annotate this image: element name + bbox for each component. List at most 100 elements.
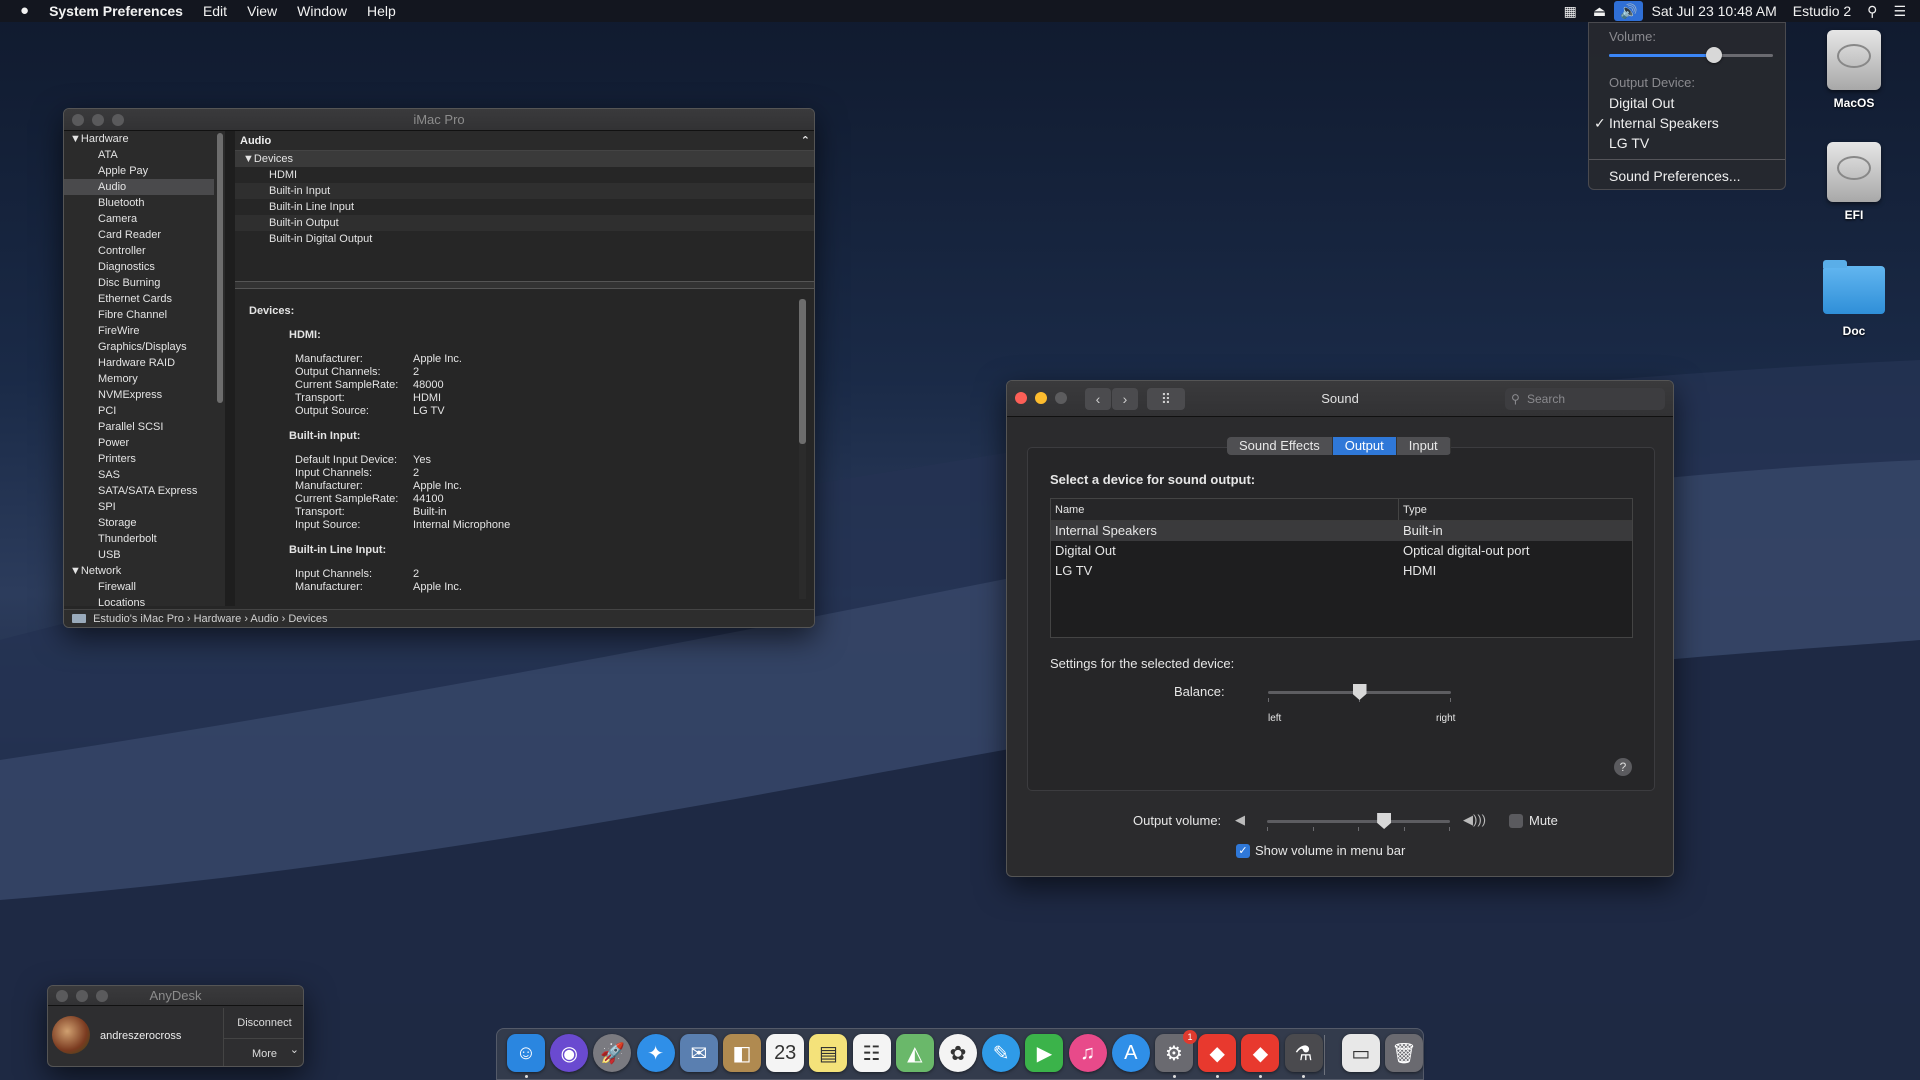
back-button[interactable]: ‹ xyxy=(1085,388,1111,410)
volume-menu-icon[interactable]: 🔊 xyxy=(1614,1,1644,21)
tree-item[interactable]: Built-in Line Input xyxy=(235,199,814,215)
sidebar-item[interactable]: Memory xyxy=(64,371,225,387)
sidebar-item[interactable]: Apple Pay xyxy=(64,163,225,179)
device-item-digital-out[interactable]: Digital Out xyxy=(1589,93,1785,113)
desktop-icon-macos[interactable]: MacOS xyxy=(1809,30,1899,110)
activity-monitor-icon[interactable]: ▦ xyxy=(1556,0,1585,22)
sidebar-item[interactable]: SAS xyxy=(64,467,225,483)
show-volume-checkbox[interactable]: ✓ xyxy=(1236,844,1250,858)
sidebar-item[interactable]: Locations xyxy=(64,595,225,606)
sidebar-item[interactable]: USB xyxy=(64,547,225,563)
spotlight-search-icon[interactable]: ⚲ xyxy=(1859,0,1885,22)
desktop-icon-doc[interactable]: Doc xyxy=(1809,260,1899,338)
date-time[interactable]: Sat Jul 23 10:48 AM xyxy=(1643,0,1784,22)
sidebar-item[interactable]: NVMExpress xyxy=(64,387,225,403)
menu-help[interactable]: Help xyxy=(357,0,406,22)
dock-mail-icon[interactable]: ✉ xyxy=(679,1034,718,1072)
dock-anydesk-2-icon[interactable]: ◆ xyxy=(1241,1034,1280,1072)
sidebar-category[interactable]: ▼Hardware xyxy=(64,131,225,147)
zoom-button[interactable] xyxy=(96,990,108,1002)
menu-view[interactable]: View xyxy=(237,0,287,22)
notification-center-icon[interactable]: ☰ xyxy=(1885,0,1920,22)
more-button[interactable]: More ⌄ xyxy=(224,1038,303,1066)
horizontal-splitter[interactable] xyxy=(235,281,814,289)
window-titlebar[interactable]: ‹ › ⠿ Sound ⚲ Search xyxy=(1007,381,1673,417)
dock-photos-icon[interactable]: ✿ xyxy=(939,1034,977,1072)
tree-item[interactable]: Built-in Digital Output xyxy=(235,231,814,247)
close-button[interactable] xyxy=(56,990,68,1002)
minimize-button[interactable] xyxy=(1035,392,1047,404)
device-item-lg-tv[interactable]: LG TV xyxy=(1589,133,1785,153)
dock-system-information-icon[interactable]: ⚗ xyxy=(1284,1034,1323,1072)
dock-contacts-icon[interactable]: ◧ xyxy=(723,1034,761,1072)
scrollbar-thumb[interactable] xyxy=(217,133,223,403)
window-titlebar[interactable]: iMac Pro xyxy=(64,109,814,131)
tree-item[interactable]: Built-in Output xyxy=(235,215,814,231)
close-button[interactable] xyxy=(1015,392,1027,404)
sidebar-item[interactable]: Card Reader xyxy=(64,227,225,243)
close-button[interactable] xyxy=(72,114,84,126)
volume-slider[interactable] xyxy=(1609,47,1773,63)
minimize-button[interactable] xyxy=(76,990,88,1002)
sidebar-item[interactable]: Controller xyxy=(64,243,225,259)
sidebar-item[interactable]: Bluetooth xyxy=(64,195,225,211)
sidebar-item[interactable]: Graphics/Displays xyxy=(64,339,225,355)
dock-app-store-icon[interactable]: A xyxy=(1111,1034,1150,1072)
dock-itunes-icon[interactable]: ♫ xyxy=(1068,1034,1107,1072)
balance-slider-knob[interactable] xyxy=(1352,684,1367,700)
sidebar-item[interactable]: Fibre Channel xyxy=(64,307,225,323)
dock-maps-icon[interactable]: ◭ xyxy=(895,1034,934,1072)
zoom-button[interactable] xyxy=(112,114,124,126)
help-button[interactable]: ? xyxy=(1614,758,1632,776)
table-row[interactable]: LG TV HDMI xyxy=(1051,561,1632,581)
tree-item[interactable]: Built-in Input xyxy=(235,183,814,199)
volume-slider-knob[interactable] xyxy=(1705,47,1722,63)
sidebar-category[interactable]: ▼Network xyxy=(64,563,225,579)
split-divider[interactable] xyxy=(225,131,235,606)
apple-menu-icon[interactable]: ● xyxy=(0,0,39,22)
dock-reminders-icon[interactable]: ☷ xyxy=(852,1034,891,1072)
device-item-internal-speakers[interactable]: ✓ Internal Speakers xyxy=(1589,113,1785,133)
sidebar-item[interactable]: Thunderbolt xyxy=(64,531,225,547)
tab-sound-effects[interactable]: Sound Effects xyxy=(1227,437,1333,455)
sidebar-item[interactable]: Ethernet Cards xyxy=(64,291,225,307)
dock-messages-icon[interactable]: ✎ xyxy=(982,1034,1021,1072)
column-type[interactable]: Type xyxy=(1399,499,1427,520)
dock-siri-icon[interactable]: ◉ xyxy=(550,1034,589,1072)
sidebar-item[interactable]: SPI xyxy=(64,499,225,515)
tree-item[interactable]: HDMI xyxy=(235,167,814,183)
menu-edit[interactable]: Edit xyxy=(193,0,237,22)
sidebar-item[interactable]: Power xyxy=(64,435,225,451)
dock-document-icon[interactable]: ▭ xyxy=(1341,1034,1380,1072)
dock-system-preferences-icon[interactable]: ⚙ 1 xyxy=(1155,1030,1197,1072)
dock-safari-icon[interactable]: ✦ xyxy=(636,1034,675,1072)
dock-trash-icon[interactable]: 🗑 xyxy=(1385,1034,1423,1072)
sidebar-item[interactable]: Parallel SCSI xyxy=(64,419,225,435)
eject-icon[interactable]: ⏏ xyxy=(1585,0,1614,22)
forward-button[interactable]: › xyxy=(1112,388,1138,410)
sidebar-item[interactable]: Printers xyxy=(64,451,225,467)
collapse-icon[interactable]: ⌃ xyxy=(801,131,810,151)
sidebar-scrollbar[interactable] xyxy=(214,131,225,606)
sidebar-item[interactable]: Camera xyxy=(64,211,225,227)
table-row[interactable]: Internal Speakers Built-in xyxy=(1051,521,1632,541)
column-name[interactable]: Name xyxy=(1051,499,1399,520)
desktop-icon-efi[interactable]: EFI xyxy=(1809,142,1899,222)
app-menu[interactable]: System Preferences xyxy=(39,0,193,22)
dock-notes-icon[interactable]: ▤ xyxy=(809,1034,848,1072)
menu-window[interactable]: Window xyxy=(287,0,357,22)
output-volume-knob[interactable] xyxy=(1377,813,1392,829)
show-all-grid-icon[interactable]: ⠿ xyxy=(1147,388,1185,410)
dock-launchpad-icon[interactable]: 🚀 xyxy=(593,1034,632,1072)
dock-calendar-icon[interactable]: 23 xyxy=(766,1034,805,1072)
window-titlebar[interactable]: AnyDesk xyxy=(48,986,303,1006)
output-volume-slider[interactable] xyxy=(1267,820,1450,823)
table-row[interactable]: Digital Out Optical digital-out port xyxy=(1051,541,1632,561)
sound-preferences-item[interactable]: Sound Preferences... xyxy=(1589,166,1785,186)
dock-anydesk-icon[interactable]: ◆ xyxy=(1198,1034,1237,1072)
user-menu[interactable]: Estudio 2 xyxy=(1785,0,1859,22)
sidebar-item[interactable]: Disc Burning xyxy=(64,275,225,291)
minimize-button[interactable] xyxy=(92,114,104,126)
sidebar-item[interactable]: Firewall xyxy=(64,579,225,595)
sidebar-item[interactable]: PCI xyxy=(64,403,225,419)
